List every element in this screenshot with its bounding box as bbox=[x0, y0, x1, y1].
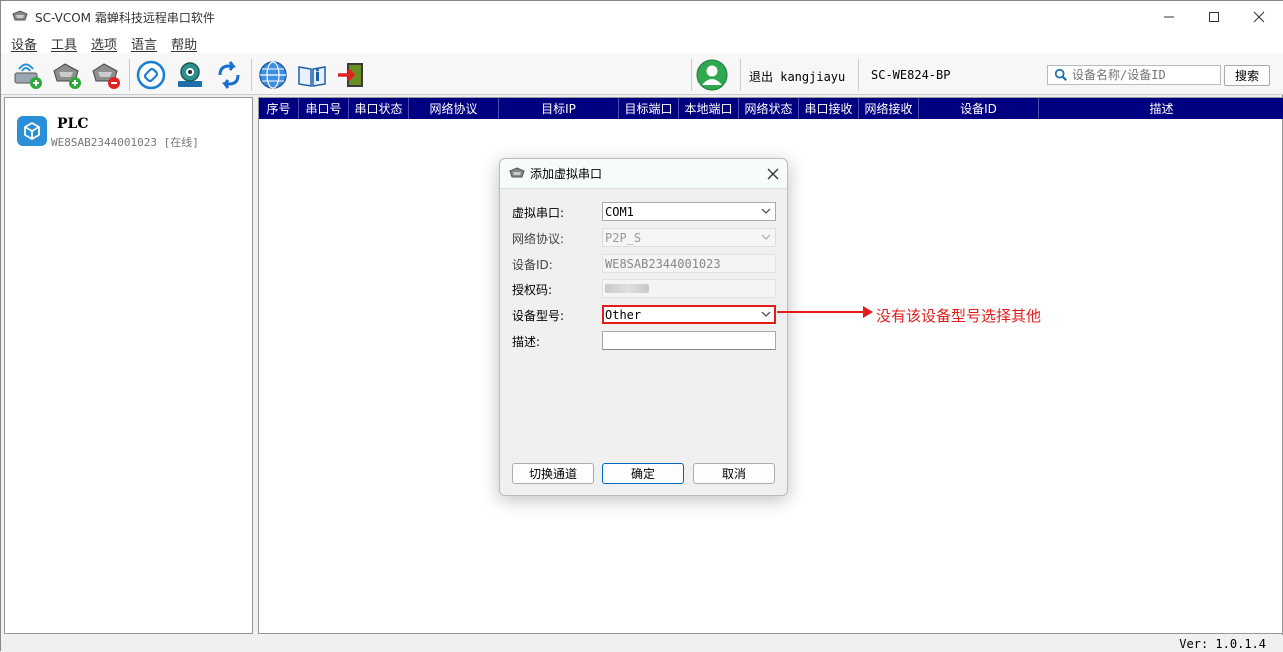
device-id-field[interactable]: WE8SAB2344001023 bbox=[602, 254, 776, 273]
remove-port-icon bbox=[92, 63, 120, 89]
auth-code-label: 授权码: bbox=[512, 283, 553, 297]
search-box bbox=[1047, 65, 1221, 85]
close-window-button[interactable] bbox=[1236, 1, 1282, 33]
title-bar[interactable]: SC-VCOM 霜蝉科技远程串口软件 bbox=[1, 1, 1283, 33]
toolbar-separator bbox=[251, 59, 252, 91]
user-avatar[interactable] bbox=[696, 59, 728, 91]
refresh-button[interactable] bbox=[213, 59, 245, 91]
add-virtual-port-dialog: 添加虚拟串口 虚拟串口: COM1 网络协议: P2P_S 设备ID: WE8S… bbox=[499, 158, 788, 496]
grid-header: 序号 串口号 串口状态 网络协议 目标IP 目标端口 本地端口 网络状态 串口接… bbox=[259, 98, 1283, 119]
column-header[interactable]: 网络状态 bbox=[739, 98, 799, 119]
column-header[interactable]: 设备ID bbox=[919, 98, 1039, 119]
window-title: SC-VCOM 霜蝉科技远程串口软件 bbox=[35, 10, 215, 25]
close-icon bbox=[767, 168, 779, 180]
device-list-item[interactable]: PLC WE8SAB2344001023 [在线] bbox=[17, 116, 199, 150]
minimize-icon bbox=[1164, 16, 1174, 18]
column-header[interactable]: 网络接收 bbox=[859, 98, 919, 119]
menu-tools[interactable]: 工具 bbox=[51, 34, 77, 53]
app-logo-icon bbox=[509, 166, 525, 177]
virtual-port-label: 虚拟串口: bbox=[512, 206, 565, 220]
dialog-title: 添加虚拟串口 bbox=[530, 167, 603, 181]
manual-button[interactable] bbox=[296, 59, 328, 91]
annotation-text: 没有该设备型号选择其他 bbox=[876, 307, 1042, 325]
chevron-down-icon bbox=[761, 311, 771, 317]
menu-bar: 设备 工具 选项 语言 帮助 bbox=[1, 33, 1283, 53]
link-icon bbox=[136, 60, 166, 90]
device-type-select[interactable]: Other bbox=[602, 305, 776, 324]
protocol-value: P2P_S bbox=[605, 230, 642, 245]
maximize-icon bbox=[1209, 12, 1219, 22]
menu-language[interactable]: 语言 bbox=[131, 34, 157, 53]
annotation-arrow-line bbox=[777, 311, 871, 313]
search-input[interactable] bbox=[1072, 68, 1220, 82]
virtual-port-value: COM1 bbox=[605, 204, 634, 219]
virtual-port-select[interactable]: COM1 bbox=[602, 202, 776, 221]
chevron-down-icon bbox=[761, 234, 771, 240]
menu-options[interactable]: 选项 bbox=[91, 34, 117, 53]
globe-icon bbox=[259, 61, 287, 89]
status-bar: Ver: 1.0.1.4 bbox=[1, 635, 1283, 652]
chevron-down-icon bbox=[761, 208, 771, 214]
add-port-icon bbox=[53, 63, 81, 89]
cancel-button[interactable]: 取消 bbox=[693, 463, 775, 484]
add-device-icon bbox=[14, 63, 42, 89]
annotation-arrow-head-icon bbox=[863, 306, 873, 318]
camera-icon bbox=[178, 62, 202, 87]
device-type-label: 设备型号: bbox=[512, 309, 565, 323]
app-logo-icon bbox=[12, 10, 28, 21]
logout-link[interactable]: 退出 kangjiayu bbox=[749, 68, 845, 85]
column-header[interactable]: 本地端口 bbox=[679, 98, 739, 119]
column-header[interactable]: 目标IP bbox=[499, 98, 619, 119]
description-label: 描述: bbox=[512, 335, 541, 349]
exit-button[interactable] bbox=[335, 59, 367, 91]
device-list-panel: PLC WE8SAB2344001023 [在线] bbox=[4, 97, 253, 634]
version-label: Ver: 1.0.1.4 bbox=[1179, 637, 1266, 651]
add-device-button[interactable] bbox=[12, 59, 44, 91]
menu-help[interactable]: 帮助 bbox=[171, 34, 197, 53]
connect-button[interactable] bbox=[135, 59, 167, 91]
device-name: PLC bbox=[57, 116, 89, 132]
app-window: SC-VCOM 霜蝉科技远程串口软件 设备 工具 选项 语言 帮助 退出 kan… bbox=[0, 0, 1283, 652]
maximize-button[interactable] bbox=[1191, 1, 1237, 33]
search-icon bbox=[1054, 68, 1068, 82]
exit-icon bbox=[338, 63, 363, 87]
remove-port-button[interactable] bbox=[90, 59, 122, 91]
user-icon bbox=[696, 59, 728, 91]
refresh-icon bbox=[218, 61, 240, 89]
column-header[interactable]: 目标端口 bbox=[619, 98, 679, 119]
dialog-title-bar[interactable]: 添加虚拟串口 bbox=[500, 159, 787, 189]
column-header[interactable]: 描述 bbox=[1039, 98, 1283, 119]
switch-channel-button[interactable]: 切换通道 bbox=[512, 463, 594, 484]
column-header[interactable]: 序号 bbox=[259, 98, 299, 119]
monitor-button[interactable] bbox=[174, 59, 206, 91]
search-button[interactable]: 搜索 bbox=[1224, 65, 1270, 86]
protocol-select[interactable]: P2P_S bbox=[602, 228, 776, 247]
protocol-label: 网络协议: bbox=[512, 232, 565, 246]
close-icon bbox=[1253, 11, 1265, 23]
device-id-status: WE8SAB2344001023 [在线] bbox=[51, 136, 199, 149]
column-header[interactable]: 网络协议 bbox=[409, 98, 499, 119]
dialog-close-button[interactable] bbox=[767, 165, 779, 184]
toolbar-separator bbox=[740, 59, 741, 91]
toolbar-separator bbox=[691, 59, 692, 91]
device-model-label: SC-WE824-BP bbox=[871, 68, 951, 82]
device-type-value: Other bbox=[605, 307, 642, 322]
minimize-button[interactable] bbox=[1146, 1, 1192, 33]
auth-code-field[interactable] bbox=[602, 279, 776, 298]
menu-device[interactable]: 设备 bbox=[11, 34, 37, 53]
toolbar-separator bbox=[129, 59, 130, 91]
column-header[interactable]: 串口状态 bbox=[349, 98, 409, 119]
column-header[interactable]: 串口接收 bbox=[799, 98, 859, 119]
description-input[interactable] bbox=[602, 331, 776, 350]
website-button[interactable] bbox=[257, 59, 289, 91]
device-id-value: WE8SAB2344001023 bbox=[605, 256, 721, 271]
add-port-button[interactable] bbox=[51, 59, 83, 91]
auth-code-masked bbox=[605, 284, 649, 293]
toolbar-separator bbox=[858, 59, 859, 91]
device-id-label: 设备ID: bbox=[512, 258, 553, 272]
book-icon bbox=[298, 66, 326, 87]
device-cube-icon bbox=[17, 116, 47, 146]
ok-button[interactable]: 确定 bbox=[602, 463, 684, 484]
column-header[interactable]: 串口号 bbox=[299, 98, 349, 119]
